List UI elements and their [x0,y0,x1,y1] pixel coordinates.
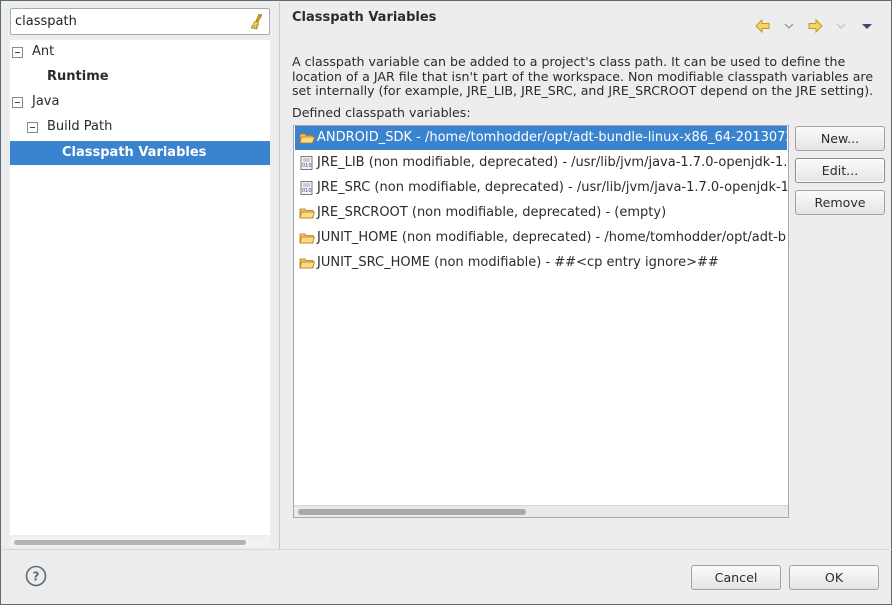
filter-field[interactable] [10,8,270,35]
tree-item-java[interactable]: Java [10,90,270,114]
folder-icon [299,205,316,221]
preferences-tree: Ant Runtime Java Build Path Classpath Va… [10,40,270,535]
list-item[interactable]: JUNIT_SRC_HOME (non modifiable) - ##<cp … [295,251,787,275]
preferences-dialog: Ant Runtime Java Build Path Classpath Va… [0,0,892,605]
page-title: Classpath Variables [292,10,437,25]
variable-entry-text: JUNIT_HOME (non modifiable, deprecated) … [317,230,787,245]
defined-variables-label: Defined classpath variables: [292,105,471,120]
jar-icon: 010 [299,155,315,171]
variable-entry-text: JUNIT_SRC_HOME (non modifiable) - ##<cp … [317,255,719,270]
variable-entry-text: ANDROID_SDK - /home/tomhodder/opt/adt-bu… [317,130,787,145]
scrollbar-thumb[interactable] [298,509,526,515]
classpath-variables-list[interactable]: ANDROID_SDK - /home/tomhodder/opt/adt-bu… [293,125,789,518]
scrollbar-thumb[interactable] [14,540,246,545]
list-item[interactable]: JRE_SRCROOT (non modifiable, deprecated)… [295,201,787,225]
cancel-button[interactable]: Cancel [691,565,781,590]
list-horizontal-scrollbar[interactable] [294,505,788,517]
clear-filter-icon[interactable] [248,12,266,31]
svg-text:?: ? [33,570,40,584]
tree-item-classpath-variables[interactable]: Classpath Variables [10,141,270,165]
filter-input[interactable] [15,12,241,31]
svg-text:010: 010 [302,188,312,194]
tree-item-label: Build Path [47,119,113,134]
page-description: A classpath variable can be added to a p… [292,54,874,99]
help-icon[interactable]: ? [25,565,47,587]
tree-item-label: Ant [32,44,55,59]
svg-text:010: 010 [302,163,312,169]
jar-icon: 010 [299,180,315,196]
tree-item-ant[interactable]: Ant [10,40,270,64]
variable-entry-text: JRE_LIB (non modifiable, deprecated) - /… [317,155,787,170]
new-button[interactable]: New... [795,126,885,151]
forward-menu-chevron-icon[interactable] [832,17,850,35]
back-menu-chevron-icon[interactable] [780,17,798,35]
variable-entry-text: JRE_SRCROOT (non modifiable, deprecated)… [317,205,667,220]
folder-icon [299,230,316,246]
view-menu-icon[interactable] [858,17,876,35]
list-item[interactable]: JUNIT_HOME (non modifiable, deprecated) … [295,226,787,250]
back-arrow-icon[interactable] [754,17,772,35]
ok-button[interactable]: OK [789,565,879,590]
tree-item-build-path[interactable]: Build Path [10,115,270,139]
tree-item-runtime[interactable]: Runtime [10,65,270,89]
edit-button[interactable]: Edit... [795,158,885,183]
forward-arrow-icon[interactable] [806,17,824,35]
remove-button[interactable]: Remove [795,190,885,215]
tree-horizontal-scrollbar[interactable] [10,537,270,547]
collapse-toggle-icon[interactable] [12,97,23,108]
collapse-toggle-icon[interactable] [27,122,38,133]
footer-divider [2,549,892,550]
variable-entry-text: JRE_SRC (non modifiable, deprecated) - /… [317,180,787,195]
list-item[interactable]: 010 JRE_SRC (non modifiable, deprecated)… [295,176,787,200]
tree-item-label: Java [32,94,60,109]
collapse-toggle-icon[interactable] [12,47,23,58]
list-item[interactable]: 010 JRE_LIB (non modifiable, deprecated)… [295,151,787,175]
list-item[interactable]: ANDROID_SDK - /home/tomhodder/opt/adt-bu… [295,126,787,150]
tree-item-label: Runtime [47,69,109,84]
folder-icon [299,130,316,146]
folder-icon [299,255,316,271]
preferences-navigation-pane: Ant Runtime Java Build Path Classpath Va… [2,2,280,549]
tree-item-label: Classpath Variables [62,145,207,160]
